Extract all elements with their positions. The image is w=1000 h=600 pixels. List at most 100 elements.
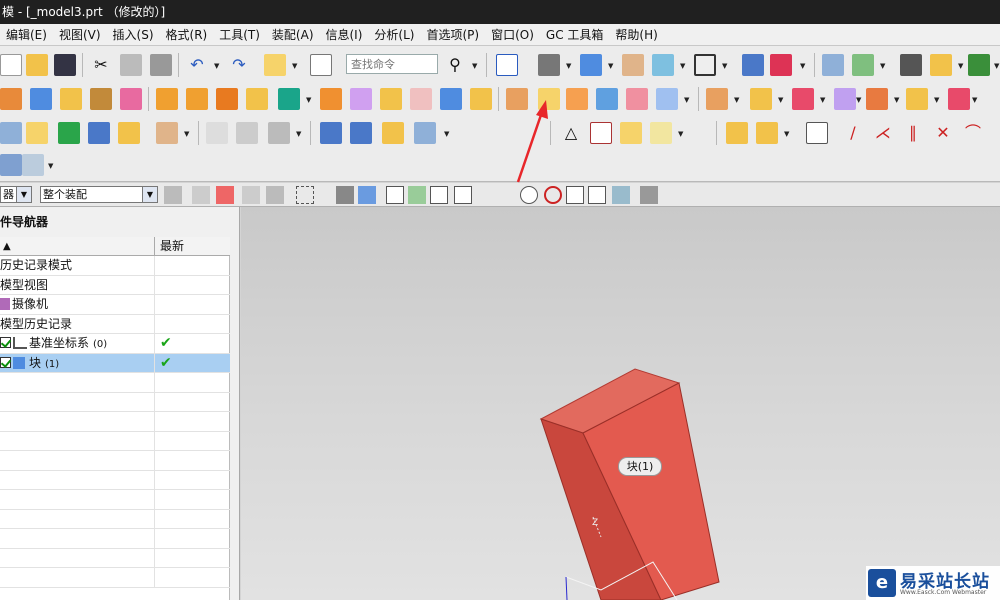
measure-icon[interactable] — [900, 54, 922, 76]
redo-icon[interactable]: ↷ — [228, 54, 250, 76]
select-icon-1[interactable] — [192, 186, 210, 204]
split-body-icon[interactable] — [350, 88, 372, 110]
background-icon[interactable] — [694, 54, 716, 76]
snap-on-curve-icon[interactable] — [588, 186, 606, 204]
open-folder-icon[interactable] — [26, 54, 48, 76]
visibility-checkbox[interactable] — [0, 337, 11, 348]
menu-view[interactable]: 视图(V) — [53, 24, 107, 46]
select-icon-6[interactable] — [358, 186, 376, 204]
surface-icon-4[interactable] — [88, 122, 110, 144]
tree-row-cameras[interactable]: 摄像机 — [0, 295, 230, 315]
menu-edit[interactable]: 编辑(E) — [0, 24, 53, 46]
save-icon[interactable] — [54, 54, 76, 76]
sync-modeling-icon-1[interactable] — [706, 88, 728, 110]
triangle-icon[interactable]: △ — [560, 122, 582, 144]
grid-point-icon[interactable] — [620, 122, 642, 144]
menu-assemblies[interactable]: 装配(A) — [266, 24, 320, 46]
blend-icon-6[interactable] — [656, 88, 678, 110]
snap-quadrant-icon[interactable] — [544, 186, 562, 204]
extrude-icon[interactable] — [156, 88, 178, 110]
menu-tools[interactable]: 工具(T) — [213, 24, 266, 46]
sync-modeling-icon-3[interactable] — [792, 88, 814, 110]
sphere-feature-icon[interactable] — [120, 88, 142, 110]
wcs-icon[interactable] — [770, 54, 792, 76]
weld-icon[interactable] — [414, 122, 436, 144]
curve-icon-1[interactable] — [206, 122, 228, 144]
column-name-header[interactable]: ▲ — [0, 237, 155, 256]
datum-icon-2[interactable] — [756, 122, 778, 144]
orient-view-icon[interactable] — [580, 54, 602, 76]
cross-icon[interactable]: ✕ — [932, 122, 954, 144]
snap-curve-icon[interactable] — [478, 186, 496, 204]
select-icon-2[interactable] — [216, 186, 234, 204]
link-icon[interactable] — [806, 122, 828, 144]
subtract-icon[interactable] — [278, 88, 300, 110]
line-icon[interactable]: / — [842, 122, 864, 144]
sync-modeling-icon-5[interactable] — [866, 88, 888, 110]
grid-toggle-icon[interactable] — [640, 186, 658, 204]
paste-icon[interactable] — [150, 54, 172, 76]
selection-scope-select[interactable]: 整个装配 ▼ — [40, 186, 158, 203]
graphics-window[interactable]: Z 块(1) — [241, 207, 1000, 600]
part-list-icon[interactable] — [822, 54, 844, 76]
sketch-icon[interactable] — [264, 54, 286, 76]
column-latest-header[interactable]: 最新 — [160, 237, 184, 256]
trim-body-icon[interactable] — [320, 88, 342, 110]
menu-preferences[interactable]: 首选项(P) — [420, 24, 485, 46]
select-icon-5[interactable] — [336, 186, 354, 204]
type-filter-select[interactable]: 器 ▼ — [0, 186, 32, 203]
copy-icon[interactable] — [120, 54, 142, 76]
snap-intersect-icon[interactable] — [498, 186, 516, 204]
draft-icon[interactable] — [470, 88, 492, 110]
new-file-icon[interactable] — [0, 54, 22, 76]
extra-icon-1[interactable] — [0, 154, 22, 176]
command-search-input[interactable] — [346, 54, 438, 74]
surface-icon-5[interactable] — [118, 122, 140, 144]
cone-feature-icon[interactable] — [90, 88, 112, 110]
variable-blend-icon[interactable] — [626, 88, 648, 110]
surface-icon-3[interactable] — [58, 122, 80, 144]
visibility-checkbox[interactable] — [0, 356, 11, 368]
parallel-icon[interactable]: ∥ — [902, 122, 924, 144]
line-icon-2[interactable]: ⋌ — [872, 122, 894, 144]
spring-icon[interactable] — [350, 122, 372, 144]
tree-row-model-history[interactable]: 模型历史记录 — [0, 314, 230, 334]
surface-icon-1[interactable] — [0, 122, 22, 144]
snap-point-icon[interactable] — [566, 186, 584, 204]
table-icon[interactable] — [590, 122, 612, 144]
filter-icon[interactable] — [164, 186, 182, 204]
select-icon-3[interactable] — [242, 186, 260, 204]
snap-midpoint-icon[interactable] — [454, 186, 472, 204]
curve-icon-3[interactable] — [268, 122, 290, 144]
feature-icon-1[interactable] — [0, 88, 22, 110]
sync-modeling-icon-2[interactable] — [750, 88, 772, 110]
cylinder-feature-icon[interactable] — [60, 88, 82, 110]
assembly-icon[interactable] — [852, 54, 874, 76]
menu-window[interactable]: 窗口(O) — [485, 24, 540, 46]
face-blend-icon[interactable] — [566, 88, 588, 110]
scale-body-icon[interactable] — [440, 88, 462, 110]
tree-row-model-views[interactable]: 模型视图 — [0, 275, 230, 295]
menu-format[interactable]: 格式(R) — [160, 24, 214, 46]
info-icon[interactable] — [310, 54, 332, 76]
move-object-icon[interactable] — [742, 54, 764, 76]
sync-modeling-icon-4[interactable] — [834, 88, 856, 110]
menu-insert[interactable]: 插入(S) — [107, 24, 160, 46]
fit-view-icon[interactable] — [496, 54, 518, 76]
layer-icon[interactable] — [622, 54, 644, 76]
gear-feature-icon[interactable] — [382, 122, 404, 144]
surface-icon-6[interactable] — [156, 122, 178, 144]
arc-icon[interactable]: ⌒ — [962, 122, 984, 144]
snap-icon-2[interactable] — [408, 186, 426, 204]
thread-icon[interactable] — [320, 122, 342, 144]
cut-icon[interactable]: ✂ — [90, 54, 112, 76]
soft-blend-icon[interactable] — [596, 88, 618, 110]
unite-icon[interactable] — [246, 88, 268, 110]
edge-blend-icon[interactable] — [506, 88, 528, 110]
grid-icon[interactable] — [650, 122, 672, 144]
menu-help[interactable]: 帮助(H) — [609, 24, 663, 46]
tree-row-datum-csys[interactable]: 基准坐标系 (0) ✔ — [0, 334, 230, 354]
sync-modeling-icon-6[interactable] — [906, 88, 928, 110]
menu-gc-toolbox[interactable]: GC 工具箱 — [540, 24, 610, 46]
tree-row-history-mode[interactable]: 历史记录模式 — [0, 256, 230, 276]
